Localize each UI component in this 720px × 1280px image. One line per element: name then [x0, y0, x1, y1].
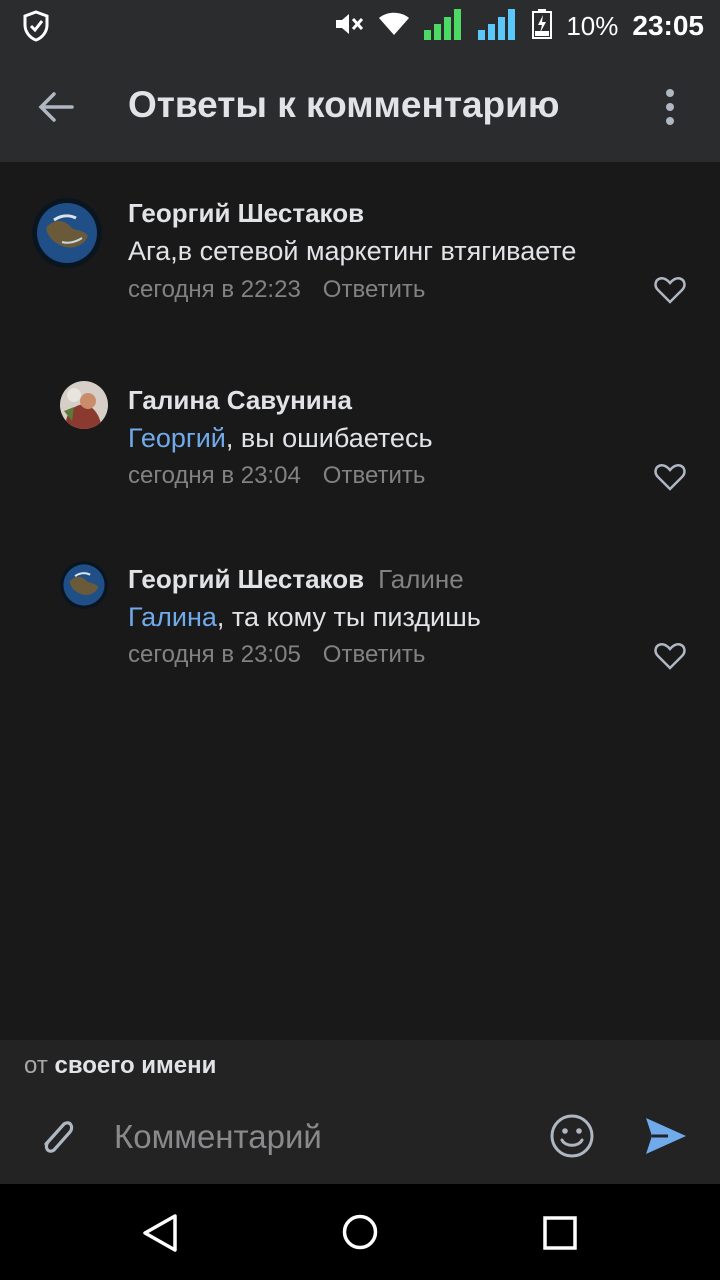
- comment-input[interactable]: Комментарий: [114, 1118, 322, 1156]
- earth-avatar[interactable]: [60, 561, 108, 609]
- signal-icon: [478, 8, 518, 45]
- photo-avatar[interactable]: [60, 381, 108, 429]
- page-title: Ответы к комментарию: [128, 84, 560, 125]
- mention-link[interactable]: Галина: [128, 602, 217, 632]
- comment-text: Галина, та кому ты пиздишь: [128, 602, 481, 632]
- nav-back-icon[interactable]: [142, 1214, 178, 1257]
- comment-time: сегодня в 23:05: [128, 641, 301, 668]
- reply-button[interactable]: Ответить: [323, 276, 426, 303]
- comment-time: сегодня в 22:23: [128, 276, 301, 303]
- status-time: 23:05: [632, 10, 704, 41]
- comment-meta: сегодня в 23:05 Ответить: [128, 641, 425, 669]
- comment-composer: Комментарий: [0, 1088, 720, 1184]
- shield-icon: [22, 10, 50, 47]
- send-icon[interactable]: [644, 1114, 688, 1163]
- wifi-icon: [378, 11, 410, 42]
- reply-recipient[interactable]: Галине: [378, 564, 464, 594]
- emoji-icon[interactable]: [550, 1114, 594, 1163]
- comment-author[interactable]: Георгий Шестаков Галине: [128, 564, 464, 595]
- comment-item: Галина Савунина Георгий, вы ошибаетесь с…: [0, 350, 720, 520]
- battery-icon: [532, 8, 553, 44]
- signal-icon: [424, 8, 464, 45]
- heart-icon[interactable]: [654, 463, 686, 496]
- battery-percent: 10%: [566, 10, 619, 41]
- comment-text: Георгий, вы ошибаетесь: [128, 423, 433, 453]
- comment-meta: сегодня в 22:23 Ответить: [128, 276, 425, 304]
- heart-icon[interactable]: [654, 642, 686, 675]
- post-as-bar[interactable]: от своего имени: [0, 1040, 720, 1088]
- more-vert-icon[interactable]: [664, 88, 676, 131]
- heart-icon[interactable]: [654, 276, 686, 309]
- reply-button[interactable]: Ответить: [323, 641, 426, 668]
- app-bar: Ответы к комментарию: [0, 52, 720, 162]
- arrow-back-icon[interactable]: [36, 87, 76, 132]
- comment-text: Ага,в сетевой маркетинг втягиваете: [128, 236, 577, 266]
- status-bar: 10% 23:05: [0, 0, 720, 52]
- nav-home-icon[interactable]: [342, 1214, 378, 1255]
- earth-avatar[interactable]: [32, 198, 102, 268]
- nav-recents-icon[interactable]: [543, 1216, 577, 1255]
- attach-icon[interactable]: [36, 1112, 78, 1165]
- mute-icon: [334, 11, 364, 42]
- reply-button[interactable]: Ответить: [323, 462, 426, 489]
- comment-item: Георгий Шестаков Галине Галина, та кому т…: [0, 530, 720, 700]
- post-as-label: от своего имени: [24, 1052, 217, 1079]
- comment-author[interactable]: Георгий Шестаков: [128, 198, 364, 229]
- comment-meta: сегодня в 23:04 Ответить: [128, 462, 425, 490]
- comment-time: сегодня в 23:04: [128, 462, 301, 489]
- mention-link[interactable]: Георгий: [128, 423, 226, 453]
- system-nav-bar: [0, 1184, 720, 1280]
- comment-author[interactable]: Галина Савунина: [128, 385, 352, 416]
- comment-item: Георгий Шестаков Ага,в сетевой маркетинг…: [0, 162, 720, 332]
